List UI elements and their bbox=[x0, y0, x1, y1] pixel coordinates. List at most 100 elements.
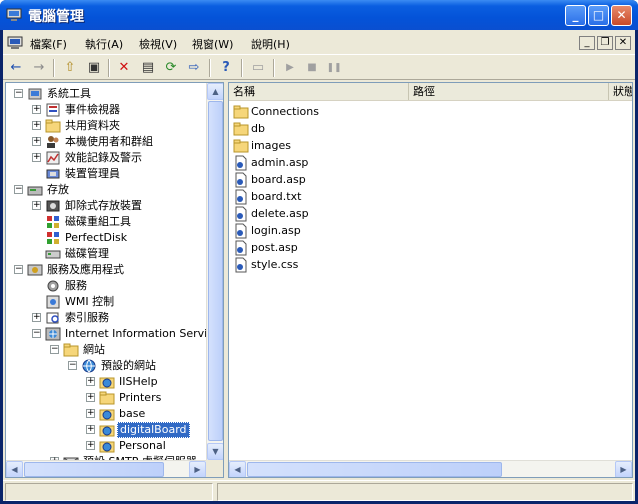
tree-node[interactable]: − 系統工具 bbox=[6, 86, 206, 102]
pause-icon[interactable]: ❚❚ bbox=[325, 59, 343, 77]
tree-node-label[interactable]: base bbox=[117, 406, 147, 422]
tree-node-label[interactable]: IISHelp bbox=[117, 374, 160, 390]
delete-icon[interactable]: ✕ bbox=[115, 59, 133, 77]
tree-node[interactable]: − Internet Information Services bbox=[6, 326, 206, 342]
tree-node-label[interactable]: 磁碟重組工具 bbox=[63, 214, 133, 230]
tree-node[interactable]: − 服務及應用程式 bbox=[6, 262, 206, 278]
scroll-thumb[interactable] bbox=[247, 462, 502, 477]
tree-node-label[interactable]: 網站 bbox=[81, 342, 107, 358]
console-icon[interactable] bbox=[7, 36, 23, 50]
close-button[interactable]: ✕ bbox=[611, 5, 632, 26]
tree-node-label[interactable]: 事件檢視器 bbox=[63, 102, 122, 118]
tree-node[interactable]: − 預設的網站 bbox=[6, 358, 206, 374]
start-icon[interactable]: ▶ bbox=[281, 59, 299, 77]
tree-node-label[interactable]: 服務 bbox=[63, 278, 89, 294]
details-pane[interactable]: 名稱 路徑 狀態 Connections db images admin.asp boa… bbox=[228, 82, 633, 478]
expand-icon[interactable]: + bbox=[32, 153, 41, 162]
menu-window[interactable]: 視窗(W) bbox=[192, 36, 233, 52]
tree-node[interactable]: + 卸除式存放裝置 bbox=[6, 198, 206, 214]
tree-node-label[interactable]: WMI 控制 bbox=[63, 294, 116, 310]
expand-icon[interactable]: + bbox=[32, 121, 41, 130]
tree-node[interactable]: 裝置管理員 bbox=[6, 166, 206, 182]
collapse-icon[interactable]: − bbox=[50, 345, 59, 354]
expand-icon[interactable]: + bbox=[86, 409, 95, 418]
tree-node[interactable]: − 網站 bbox=[6, 342, 206, 358]
mdi-restore-button[interactable]: ❐ bbox=[597, 36, 613, 50]
tree-node-label[interactable]: 卸除式存放裝置 bbox=[63, 198, 144, 214]
list-item[interactable]: post.asp bbox=[231, 240, 411, 257]
tree-node-label[interactable]: 預設的網站 bbox=[99, 358, 158, 374]
list-item[interactable]: login.asp bbox=[231, 223, 411, 240]
scroll-right-button[interactable]: ▶ bbox=[615, 461, 632, 477]
tree-node-label[interactable]: 效能記錄及警示 bbox=[63, 150, 144, 166]
expand-icon[interactable]: + bbox=[32, 105, 41, 114]
tree-node-label[interactable]: 磁碟管理 bbox=[63, 246, 111, 262]
stop-icon[interactable]: ■ bbox=[303, 59, 321, 77]
tree-node[interactable]: + 索引服務 bbox=[6, 310, 206, 326]
menu-file[interactable]: 檔案(F) bbox=[30, 36, 67, 52]
list-item[interactable]: board.txt bbox=[231, 189, 411, 206]
expand-icon[interactable]: + bbox=[32, 313, 41, 322]
tree-node[interactable]: + 共用資料夾 bbox=[6, 118, 206, 134]
tree-node-label[interactable]: 本機使用者和群組 bbox=[63, 134, 155, 150]
tree-node-label[interactable]: 服務及應用程式 bbox=[45, 262, 126, 278]
show-hide-console-tree-icon[interactable]: ▣ bbox=[85, 59, 103, 77]
scroll-down-button[interactable]: ▼ bbox=[207, 443, 223, 460]
expand-icon[interactable]: + bbox=[32, 201, 41, 210]
scroll-thumb[interactable] bbox=[208, 101, 223, 441]
scroll-left-button[interactable]: ◀ bbox=[229, 461, 246, 477]
tree-node[interactable]: 磁碟重組工具 bbox=[6, 214, 206, 230]
tree-node-label[interactable]: Personal bbox=[117, 438, 168, 454]
list-item[interactable]: delete.asp bbox=[231, 206, 411, 223]
tree-node[interactable]: + IISHelp bbox=[6, 374, 206, 390]
tree-node[interactable]: WMI 控制 bbox=[6, 294, 206, 310]
scroll-up-button[interactable]: ▲ bbox=[207, 83, 223, 100]
help-icon[interactable]: ? bbox=[217, 59, 235, 77]
tree-node-label[interactable]: 索引服務 bbox=[63, 310, 111, 326]
list-item[interactable]: admin.asp bbox=[231, 155, 411, 172]
tree-node-label[interactable]: 共用資料夾 bbox=[63, 118, 122, 134]
tree-node-label[interactable]: 存放 bbox=[45, 182, 71, 198]
column-header-path[interactable]: 路徑 bbox=[409, 83, 609, 100]
menu-action[interactable]: 執行(A) bbox=[85, 36, 123, 52]
collapse-icon[interactable]: − bbox=[68, 361, 77, 370]
tree-node[interactable]: + base bbox=[6, 406, 206, 422]
properties-icon[interactable]: ▤ bbox=[139, 59, 157, 77]
expand-icon[interactable]: + bbox=[86, 441, 95, 450]
collapse-icon[interactable]: − bbox=[14, 89, 23, 98]
tree-node[interactable]: + 本機使用者和群組 bbox=[6, 134, 206, 150]
mdi-minimize-button[interactable]: _ bbox=[579, 36, 595, 50]
connect-computer-icon[interactable]: ▭ bbox=[249, 59, 267, 77]
column-header-status[interactable]: 狀態 bbox=[609, 83, 632, 100]
console-tree-pane[interactable]: − 系統工具 + 事件檢視器 + 共用資料夾 + 本機使用者和群組 + 效能記錄及警示 裝置管理員 −… bbox=[5, 82, 224, 478]
tree-node[interactable]: + 事件檢視器 bbox=[6, 102, 206, 118]
list-item[interactable]: db bbox=[231, 121, 411, 138]
tree-node-label[interactable]: 系統工具 bbox=[45, 86, 93, 102]
console-tree[interactable]: − 系統工具 + 事件檢視器 + 共用資料夾 + 本機使用者和群組 + 效能記錄及警示 裝置管理員 −… bbox=[6, 83, 206, 460]
expand-icon[interactable]: + bbox=[86, 393, 95, 402]
menu-view[interactable]: 檢視(V) bbox=[139, 36, 177, 52]
scroll-thumb[interactable] bbox=[24, 462, 164, 477]
list-item[interactable]: style.css bbox=[231, 257, 411, 274]
up-level-icon[interactable]: ⇧ bbox=[61, 59, 79, 77]
tree-node[interactable]: 服務 bbox=[6, 278, 206, 294]
forward-icon[interactable]: → bbox=[30, 59, 48, 77]
tree-node[interactable]: + Personal bbox=[6, 438, 206, 454]
menu-help[interactable]: 說明(H) bbox=[251, 36, 290, 52]
export-list-icon[interactable]: ⇨ bbox=[185, 59, 203, 77]
tree-node[interactable]: 磁碟管理 bbox=[6, 246, 206, 262]
list-item[interactable]: board.asp bbox=[231, 172, 411, 189]
tree-node[interactable]: PerfectDisk bbox=[6, 230, 206, 246]
tree-node[interactable]: + 效能記錄及警示 bbox=[6, 150, 206, 166]
tree-node-label[interactable]: PerfectDisk bbox=[63, 230, 129, 246]
expand-icon[interactable]: + bbox=[86, 425, 95, 434]
tree-node-label[interactable]: Internet Information Services bbox=[63, 326, 206, 342]
refresh-icon[interactable]: ⟳ bbox=[162, 59, 180, 77]
tree-vertical-scrollbar[interactable]: ▲ ▼ bbox=[206, 83, 223, 460]
list-item[interactable]: Connections bbox=[231, 104, 411, 121]
tree-horizontal-scrollbar[interactable]: ◀ ▶ bbox=[6, 460, 206, 477]
tree-node-label[interactable]: 裝置管理員 bbox=[63, 166, 122, 182]
tree-node[interactable]: + digitalBoard bbox=[6, 422, 206, 438]
expand-icon[interactable]: + bbox=[32, 137, 41, 146]
scroll-right-button[interactable]: ▶ bbox=[189, 461, 206, 477]
